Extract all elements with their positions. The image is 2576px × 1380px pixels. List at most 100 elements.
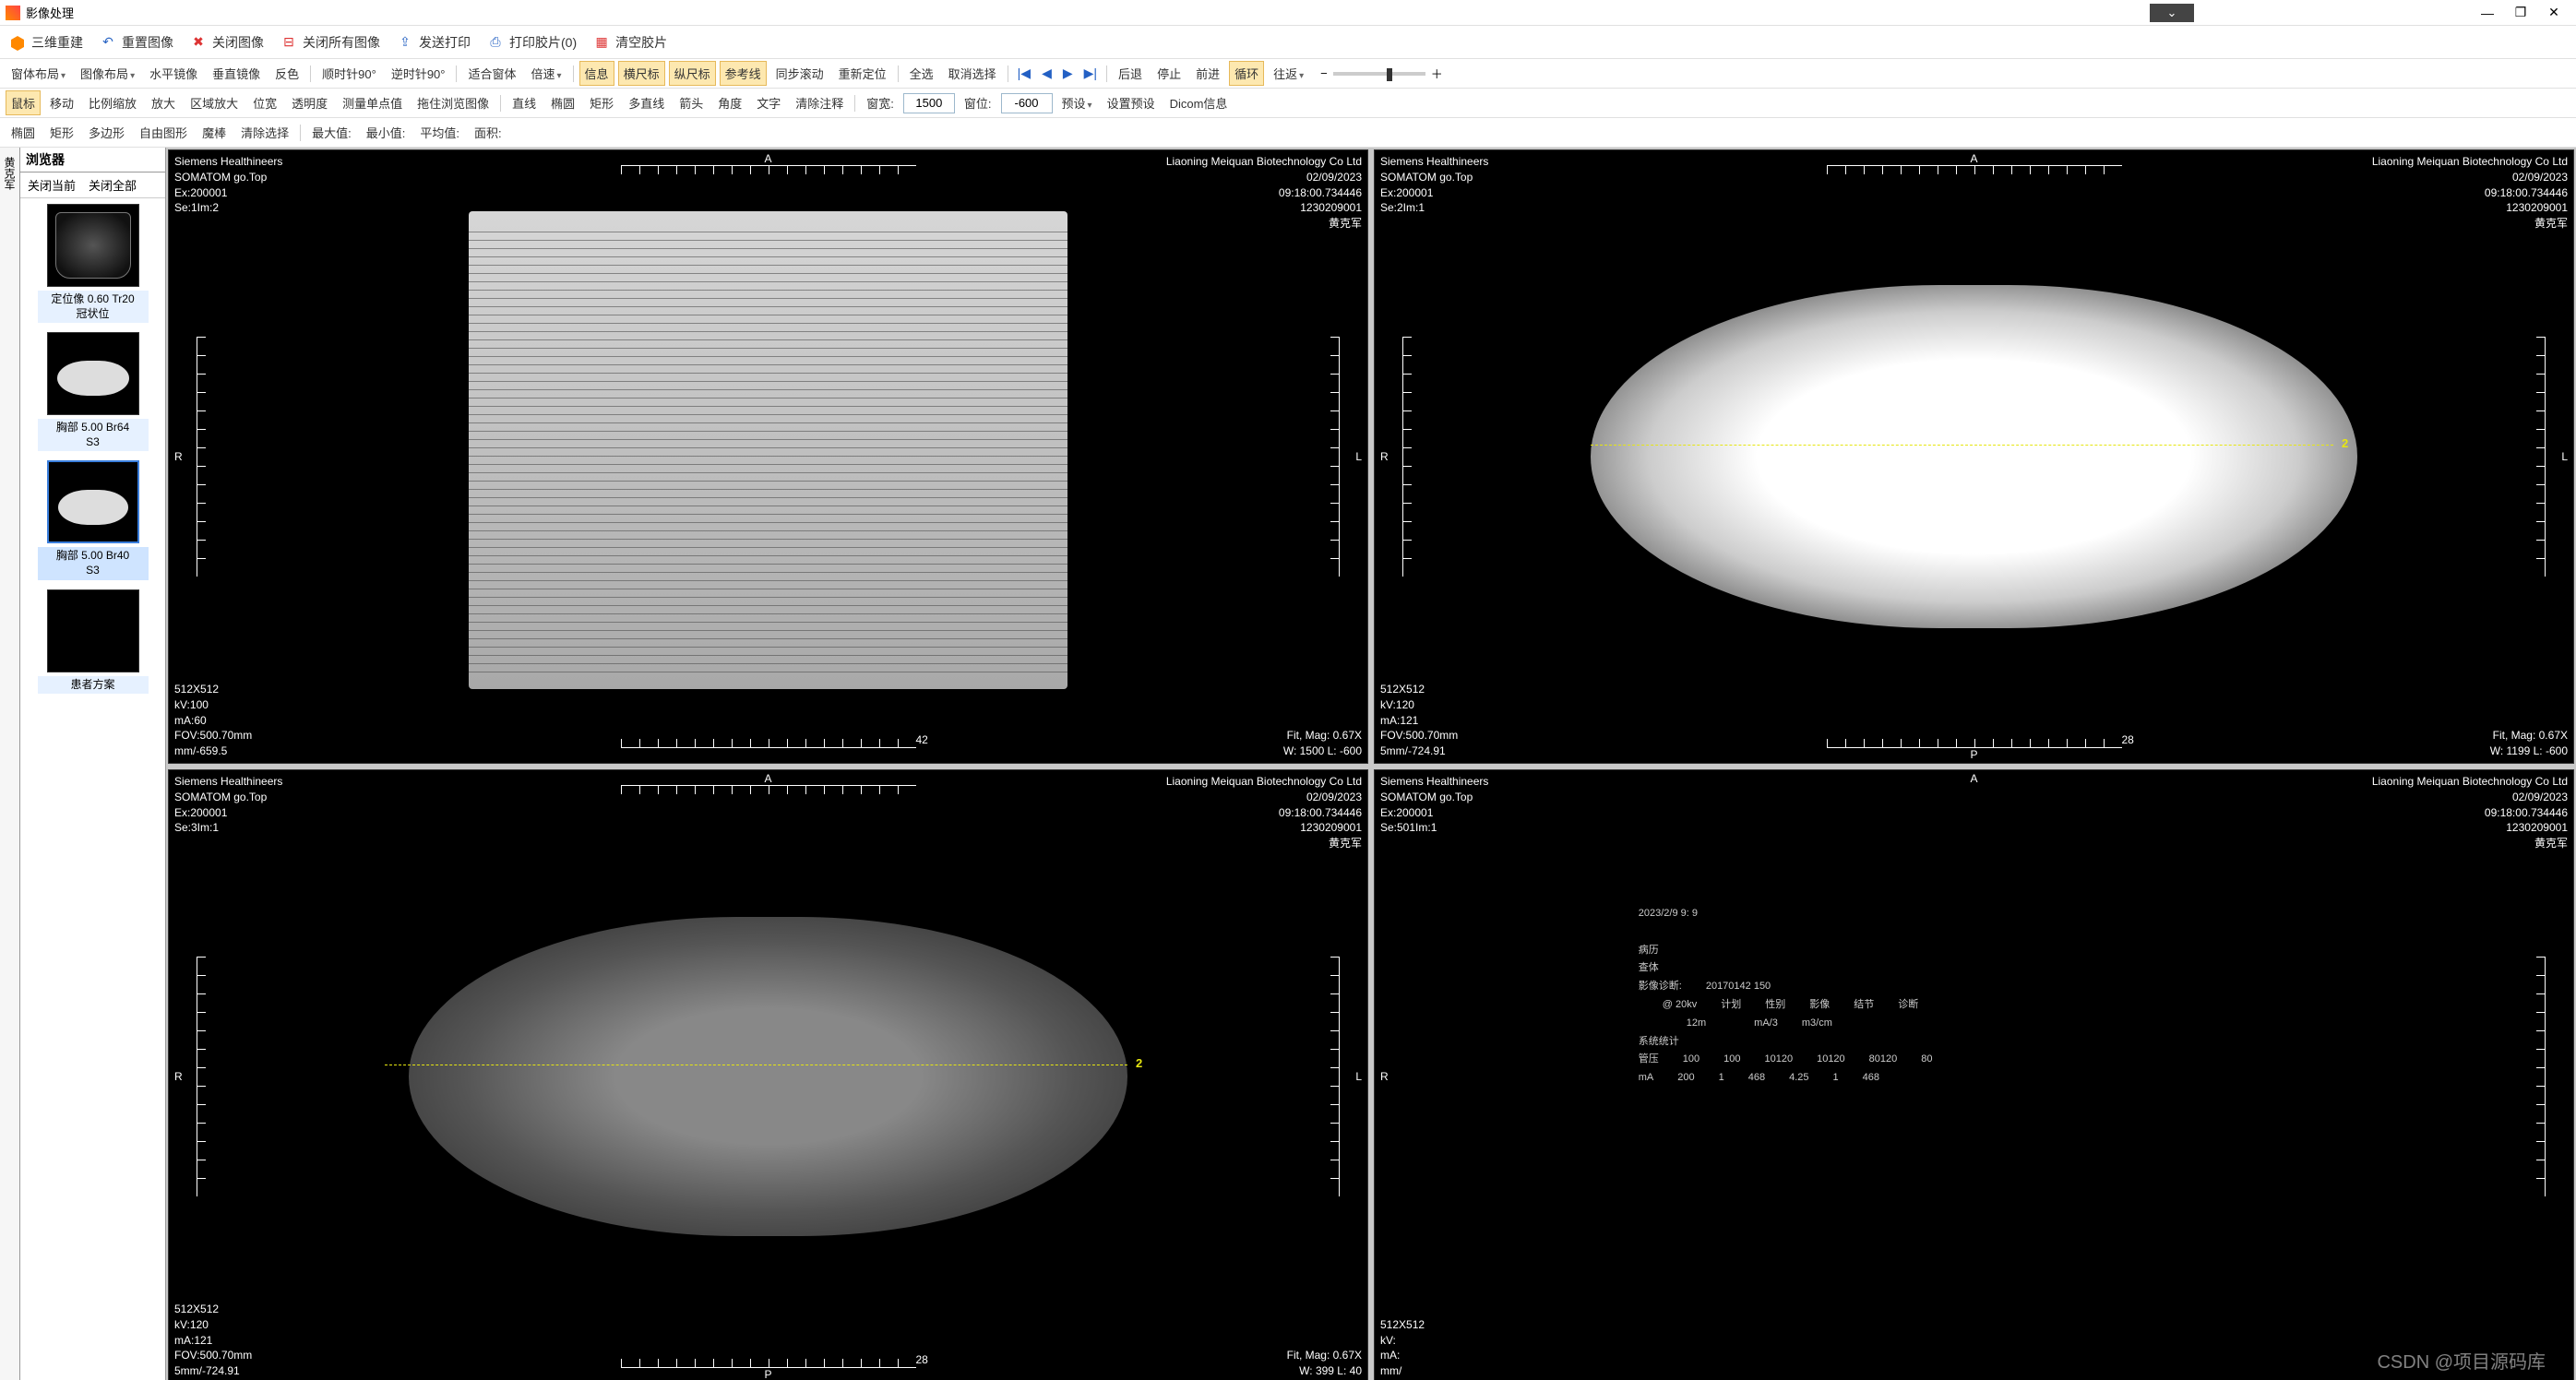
overlay-bottom-left: 512X512kV:120mA:121FOV:500.70mm5mm/-724.… [1380, 682, 1458, 759]
mouse-tool[interactable]: 鼠标 [6, 90, 41, 115]
titlebar: 影像处理 ⌄ — ❐ ✕ [0, 0, 2576, 26]
forward-button[interactable]: 前进 [1190, 61, 1225, 86]
overlay-top-left: Siemens HealthineersSOMATOM go.TopEx:200… [174, 774, 282, 836]
zoom-tool[interactable]: 放大 [146, 90, 181, 115]
ruler-v-toggle[interactable]: 纵尺标 [669, 61, 716, 86]
overlay-top-right: Liaoning Meiquan Biotechnology Co Ltd02/… [2372, 774, 2568, 851]
roi-ellipse-tool[interactable]: 椭圆 [6, 120, 41, 145]
print-icon: ⎙ [487, 34, 504, 51]
opacity-tool[interactable]: 透明度 [286, 90, 333, 115]
roi-rect-tool[interactable]: 矩形 [44, 120, 79, 145]
viewport-3[interactable]: 2 A P R L Siemens HealthineersSOMATOM go… [168, 769, 1368, 1380]
slider-thumb[interactable] [1387, 68, 1392, 81]
scale-tool[interactable]: 比例缩放 [83, 90, 142, 115]
speed-dropdown[interactable]: 倍速 [526, 61, 567, 86]
move-tool[interactable]: 移动 [44, 90, 79, 115]
line-tool[interactable]: 直线 [507, 90, 542, 115]
window-level-input[interactable] [1001, 93, 1053, 113]
info-toggle[interactable]: 信息 [579, 61, 614, 86]
clear-annotation-button[interactable]: 清除注释 [790, 90, 849, 115]
nav-prev-button[interactable]: ◀ [1038, 65, 1055, 81]
window-layout-dropdown[interactable]: 窗体布局 [6, 61, 71, 86]
polyline-tool[interactable]: 多直线 [623, 90, 670, 115]
roi-polygon-tool[interactable]: 多边形 [83, 120, 130, 145]
send-print-button[interactable]: ⇪发送打印 [397, 33, 471, 52]
nav-next-button[interactable]: ▶ [1059, 65, 1077, 81]
cine-speed-slider[interactable]: − ＋ [1320, 65, 1443, 82]
select-all-button[interactable]: 全选 [904, 61, 939, 86]
separator [1106, 65, 1107, 82]
patient-tab[interactable]: 黄克军 [0, 148, 20, 1380]
thumbnail-item[interactable]: 定位像 0.60 Tr20 冠状位 [38, 204, 149, 323]
single-point-tool[interactable]: 测量单点值 [337, 90, 408, 115]
toolbar-tools: 鼠标 移动 比例缩放 放大 区域放大 位宽 透明度 测量单点值 拖住浏览图像 直… [0, 89, 2576, 118]
quickaccess-dropdown[interactable]: ⌄ [2150, 4, 2194, 22]
ellipse-tool[interactable]: 椭圆 [545, 90, 580, 115]
axial-image [409, 917, 1127, 1235]
refline-toggle[interactable]: 参考线 [720, 61, 767, 86]
invert-button[interactable]: 反色 [269, 61, 304, 86]
nav-last-button[interactable]: ▶| [1080, 65, 1101, 81]
viewport-4[interactable]: A R Siemens HealthineersSOMATOM go.TopEx… [1374, 769, 2574, 1380]
scout-refline-overlay [469, 224, 1068, 677]
fit-window-button[interactable]: 适合窗体 [462, 61, 521, 86]
clear-selection-button[interactable]: 清除选择 [235, 120, 294, 145]
recon3d-button[interactable]: 三维重建 [9, 33, 83, 52]
region-zoom-tool[interactable]: 区域放大 [185, 90, 244, 115]
close-image-button[interactable]: ✖关闭图像 [190, 33, 264, 52]
print-film-button[interactable]: ⎙打印胶片(0) [487, 33, 577, 52]
image-layout-dropdown[interactable]: 图像布局 [75, 61, 140, 86]
close-all-link[interactable]: 关闭全部 [89, 176, 137, 194]
roundtrip-dropdown[interactable]: 往返 [1268, 61, 1309, 86]
window-width-input[interactable] [903, 93, 955, 113]
rotate-ccw-button[interactable]: 逆时针90° [386, 61, 451, 86]
sync-scroll-button[interactable]: 同步滚动 [770, 61, 829, 86]
slider-minus[interactable]: − [1320, 66, 1328, 80]
reference-line: 2 [1591, 445, 2333, 446]
angle-tool[interactable]: 角度 [712, 90, 747, 115]
wwwl-tool[interactable]: 位宽 [247, 90, 282, 115]
maximize-button[interactable]: ❐ [2504, 3, 2537, 23]
rotate-cw-button[interactable]: 顺时针90° [316, 61, 382, 86]
backward-button[interactable]: 后退 [1113, 61, 1148, 86]
preset-config-button[interactable]: 设置预设 [1102, 90, 1161, 115]
dicom-info-button[interactable]: Dicom信息 [1164, 90, 1234, 115]
orientation-left: L [1355, 450, 1362, 463]
nav-first-button[interactable]: |◀ [1014, 65, 1034, 81]
thumbnail-item[interactable]: 胸部 5.00 Br40 S3 [38, 460, 149, 579]
flip-horizontal-button[interactable]: 水平镜像 [144, 61, 203, 86]
thumbnail-item[interactable]: 胸部 5.00 Br64 S3 [38, 332, 149, 451]
cancel-selection-button[interactable]: 取消选择 [943, 61, 1002, 86]
arrow-tool[interactable]: 箭头 [674, 90, 709, 115]
loop-toggle[interactable]: 循环 [1229, 61, 1264, 86]
reset-image-button[interactable]: ↶重置图像 [100, 33, 173, 52]
ruler-top [621, 165, 916, 174]
viewport-1[interactable]: A R L Siemens HealthineersSOMATOM go.Top… [168, 149, 1368, 764]
overlay-bottom-left: 512X512kV:100mA:60FOV:500.70mmmm/-659.5 [174, 682, 252, 759]
stop-button[interactable]: 停止 [1151, 61, 1187, 86]
app-icon [6, 6, 20, 20]
overlay-top-right: Liaoning Meiquan Biotechnology Co Ltd02/… [1166, 774, 1362, 851]
scale-value: 28 [916, 1353, 928, 1366]
slider-track[interactable] [1333, 72, 1425, 76]
relocate-button[interactable]: 重新定位 [833, 61, 892, 86]
thumbnail-item[interactable]: 患者方案 [38, 589, 149, 695]
ruler-right [1330, 337, 1340, 577]
close-window-button[interactable]: ✕ [2537, 3, 2570, 23]
viewport-2[interactable]: 2 A P R L Siemens HealthineersSOMATOM go… [1374, 149, 2574, 764]
ruler-h-toggle[interactable]: 横尺标 [618, 61, 665, 86]
roi-freehand-tool[interactable]: 自由图形 [134, 120, 193, 145]
magic-wand-tool[interactable]: 魔棒 [197, 120, 232, 145]
ruler-top [1827, 165, 2122, 174]
minimize-button[interactable]: — [2471, 3, 2504, 23]
rect-tool[interactable]: 矩形 [584, 90, 619, 115]
drag-browse-tool[interactable]: 拖住浏览图像 [411, 90, 495, 115]
slider-plus[interactable]: ＋ [1431, 65, 1443, 82]
close-all-images-button[interactable]: ⊟关闭所有图像 [280, 33, 380, 52]
close-current-link[interactable]: 关闭当前 [28, 176, 76, 194]
preset-dropdown[interactable]: 预设 [1056, 90, 1098, 115]
browser-title: 浏览器 [20, 148, 165, 172]
flip-vertical-button[interactable]: 垂直镜像 [207, 61, 266, 86]
clear-film-button[interactable]: ▦清空胶片 [593, 33, 667, 52]
text-tool[interactable]: 文字 [751, 90, 786, 115]
